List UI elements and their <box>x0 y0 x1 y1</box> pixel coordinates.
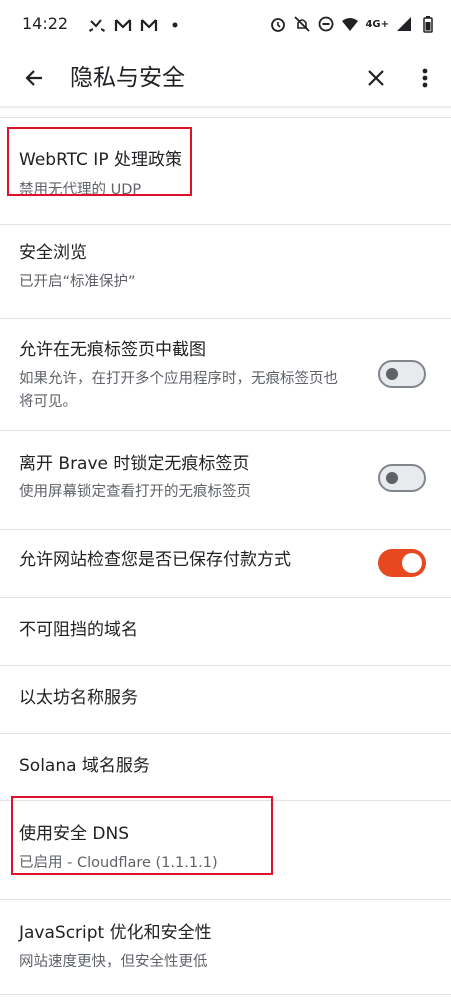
alarm-icon <box>269 15 287 33</box>
setting-incognito-screenshots[interactable]: 允许在无痕标签页中截图 如果允许，在打开多个应用程序时，无痕标签页也将可见。 <box>0 319 451 431</box>
setting-title: 允许在无痕标签页中截图 <box>19 340 206 360</box>
lock-incognito-toggle[interactable] <box>378 464 426 492</box>
toggle-knob <box>386 472 398 484</box>
setting-title: 以太坊名称服务 <box>19 688 138 708</box>
settings-list: WebRTC IP 处理政策 禁用无代理的 UDP 安全浏览 已开启“标准保护”… <box>0 110 451 995</box>
setting-lock-incognito-tabs[interactable]: 离开 Brave 时锁定无痕标签页 使用屏幕锁定查看打开的无痕标签页 <box>0 431 451 530</box>
setting-subtitle: 使用屏幕锁定查看打开的无痕标签页 <box>19 484 251 500</box>
setting-solana-name-service[interactable]: Solana 域名服务 <box>0 734 451 801</box>
mute-icon <box>293 15 311 33</box>
setting-subtitle: 已启用 - Cloudflare (1.1.1.1) <box>19 855 218 871</box>
more-options-button[interactable] <box>412 62 438 94</box>
mail-icon <box>140 16 158 34</box>
app-bar: 隐私与安全 <box>0 50 451 106</box>
setting-title: 安全浏览 <box>19 243 87 263</box>
status-time: 14:22 <box>22 14 69 33</box>
mail-icon <box>114 16 132 34</box>
close-button[interactable] <box>360 62 392 94</box>
wifi-icon <box>341 15 359 33</box>
setting-subtitle: 禁用无代理的 UDP <box>19 182 142 198</box>
signal-icon <box>395 15 413 33</box>
dnd-icon <box>317 15 335 33</box>
missed-call-icon <box>88 16 106 34</box>
list-top-spacer <box>0 110 451 118</box>
setting-title: 使用安全 DNS <box>19 824 130 844</box>
dot-icon <box>166 16 184 34</box>
setting-webrtc-ip-policy[interactable]: WebRTC IP 处理政策 禁用无代理的 UDP <box>0 118 451 225</box>
setting-subtitle: 已开启“标准保护” <box>19 274 136 290</box>
toggle-knob <box>402 553 422 573</box>
toggle-knob <box>386 368 398 380</box>
setting-subtitle: 如果允许，在打开多个应用程序时，无痕标签页也将可见。 <box>19 371 338 410</box>
setting-title: 离开 Brave 时锁定无痕标签页 <box>19 454 250 474</box>
setting-payment-methods-check[interactable]: 允许网站检查您是否已保存付款方式 <box>0 530 451 598</box>
setting-safe-browsing[interactable]: 安全浏览 已开启“标准保护” <box>0 225 451 319</box>
system-icons: 4G+ <box>269 13 437 35</box>
incognito-screenshots-toggle[interactable] <box>378 360 426 388</box>
setting-title: Solana 域名服务 <box>19 756 150 776</box>
notification-icons <box>88 14 184 36</box>
arrow-back-icon <box>25 70 42 86</box>
page-title: 隐私与安全 <box>70 65 185 91</box>
setting-title: 允许网站检查您是否已保存付款方式 <box>19 550 291 570</box>
setting-subtitle: 网站速度更快，但安全性更低 <box>19 954 208 970</box>
setting-secure-dns[interactable]: 使用安全 DNS 已启用 - Cloudflare (1.1.1.1) <box>0 801 451 900</box>
payment-methods-toggle[interactable] <box>378 549 426 577</box>
setting-title: WebRTC IP 处理政策 <box>19 150 182 170</box>
setting-title: JavaScript 优化和安全性 <box>19 923 212 943</box>
setting-ens[interactable]: 以太坊名称服务 <box>0 666 451 734</box>
status-bar: 14:22 4G+ <box>0 0 451 50</box>
network-type: 4G+ <box>365 18 389 30</box>
more-vert-icon <box>422 68 428 88</box>
battery-icon <box>419 15 437 33</box>
close-icon <box>368 70 384 86</box>
setting-title: 不可阻挡的域名 <box>19 620 138 640</box>
setting-unstoppable-domains[interactable]: 不可阻挡的域名 <box>0 598 451 666</box>
back-button[interactable] <box>18 62 50 94</box>
setting-javascript-optimization[interactable]: JavaScript 优化和安全性 网站速度更快，但安全性更低 <box>0 900 451 995</box>
